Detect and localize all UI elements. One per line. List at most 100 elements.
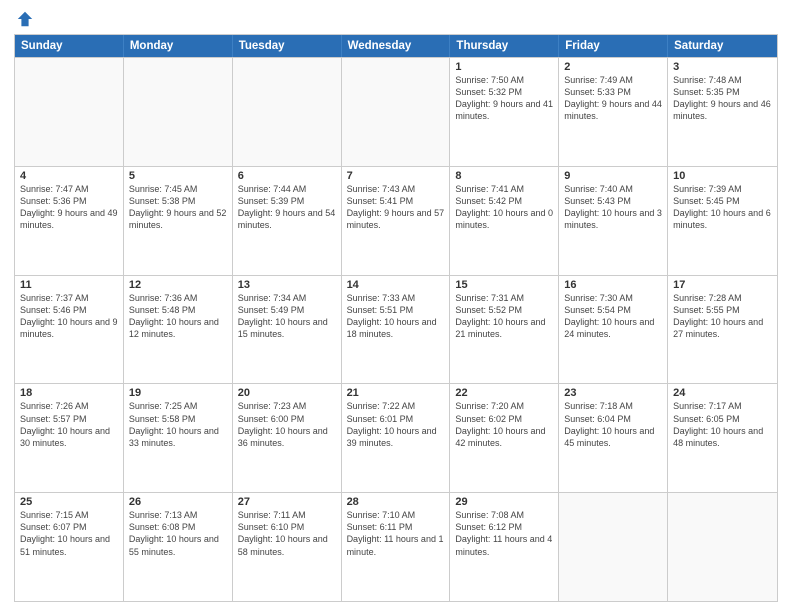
day-number: 5 <box>129 170 227 182</box>
day-cell-2: 2Sunrise: 7:49 AM Sunset: 5:33 PM Daylig… <box>559 58 668 166</box>
calendar-body: 1Sunrise: 7:50 AM Sunset: 5:32 PM Daylig… <box>15 57 777 601</box>
day-number: 13 <box>238 279 336 291</box>
empty-cell <box>124 58 233 166</box>
day-info: Sunrise: 7:08 AM Sunset: 6:12 PM Dayligh… <box>455 509 553 558</box>
logo <box>14 10 34 28</box>
day-cell-6: 6Sunrise: 7:44 AM Sunset: 5:39 PM Daylig… <box>233 167 342 275</box>
day-info: Sunrise: 7:18 AM Sunset: 6:04 PM Dayligh… <box>564 400 662 449</box>
day-number: 23 <box>564 387 662 399</box>
day-number: 4 <box>20 170 118 182</box>
day-number: 25 <box>20 496 118 508</box>
day-info: Sunrise: 7:39 AM Sunset: 5:45 PM Dayligh… <box>673 183 772 232</box>
day-cell-10: 10Sunrise: 7:39 AM Sunset: 5:45 PM Dayli… <box>668 167 777 275</box>
day-number: 11 <box>20 279 118 291</box>
day-info: Sunrise: 7:41 AM Sunset: 5:42 PM Dayligh… <box>455 183 553 232</box>
day-number: 2 <box>564 61 662 73</box>
day-info: Sunrise: 7:15 AM Sunset: 6:07 PM Dayligh… <box>20 509 118 558</box>
day-info: Sunrise: 7:37 AM Sunset: 5:46 PM Dayligh… <box>20 292 118 341</box>
day-info: Sunrise: 7:45 AM Sunset: 5:38 PM Dayligh… <box>129 183 227 232</box>
logo-icon <box>16 10 34 28</box>
day-cell-23: 23Sunrise: 7:18 AM Sunset: 6:04 PM Dayli… <box>559 384 668 492</box>
day-cell-4: 4Sunrise: 7:47 AM Sunset: 5:36 PM Daylig… <box>15 167 124 275</box>
day-info: Sunrise: 7:26 AM Sunset: 5:57 PM Dayligh… <box>20 400 118 449</box>
day-info: Sunrise: 7:49 AM Sunset: 5:33 PM Dayligh… <box>564 74 662 123</box>
day-info: Sunrise: 7:50 AM Sunset: 5:32 PM Dayligh… <box>455 74 553 123</box>
day-cell-24: 24Sunrise: 7:17 AM Sunset: 6:05 PM Dayli… <box>668 384 777 492</box>
day-number: 7 <box>347 170 445 182</box>
day-info: Sunrise: 7:20 AM Sunset: 6:02 PM Dayligh… <box>455 400 553 449</box>
day-cell-14: 14Sunrise: 7:33 AM Sunset: 5:51 PM Dayli… <box>342 276 451 384</box>
day-info: Sunrise: 7:47 AM Sunset: 5:36 PM Dayligh… <box>20 183 118 232</box>
day-cell-29: 29Sunrise: 7:08 AM Sunset: 6:12 PM Dayli… <box>450 493 559 601</box>
day-number: 15 <box>455 279 553 291</box>
day-cell-18: 18Sunrise: 7:26 AM Sunset: 5:57 PM Dayli… <box>15 384 124 492</box>
day-cell-11: 11Sunrise: 7:37 AM Sunset: 5:46 PM Dayli… <box>15 276 124 384</box>
empty-cell <box>559 493 668 601</box>
day-cell-25: 25Sunrise: 7:15 AM Sunset: 6:07 PM Dayli… <box>15 493 124 601</box>
day-cell-3: 3Sunrise: 7:48 AM Sunset: 5:35 PM Daylig… <box>668 58 777 166</box>
day-info: Sunrise: 7:10 AM Sunset: 6:11 PM Dayligh… <box>347 509 445 558</box>
day-cell-7: 7Sunrise: 7:43 AM Sunset: 5:41 PM Daylig… <box>342 167 451 275</box>
day-number: 12 <box>129 279 227 291</box>
day-cell-28: 28Sunrise: 7:10 AM Sunset: 6:11 PM Dayli… <box>342 493 451 601</box>
week-row-4: 18Sunrise: 7:26 AM Sunset: 5:57 PM Dayli… <box>15 383 777 492</box>
day-info: Sunrise: 7:43 AM Sunset: 5:41 PM Dayligh… <box>347 183 445 232</box>
weekday-header-thursday: Thursday <box>450 35 559 57</box>
day-number: 1 <box>455 61 553 73</box>
header <box>14 10 778 28</box>
day-number: 10 <box>673 170 772 182</box>
calendar-header: SundayMondayTuesdayWednesdayThursdayFrid… <box>15 35 777 57</box>
day-cell-19: 19Sunrise: 7:25 AM Sunset: 5:58 PM Dayli… <box>124 384 233 492</box>
day-info: Sunrise: 7:31 AM Sunset: 5:52 PM Dayligh… <box>455 292 553 341</box>
week-row-2: 4Sunrise: 7:47 AM Sunset: 5:36 PM Daylig… <box>15 166 777 275</box>
day-number: 26 <box>129 496 227 508</box>
day-info: Sunrise: 7:48 AM Sunset: 5:35 PM Dayligh… <box>673 74 772 123</box>
day-cell-16: 16Sunrise: 7:30 AM Sunset: 5:54 PM Dayli… <box>559 276 668 384</box>
day-number: 6 <box>238 170 336 182</box>
day-info: Sunrise: 7:25 AM Sunset: 5:58 PM Dayligh… <box>129 400 227 449</box>
day-cell-12: 12Sunrise: 7:36 AM Sunset: 5:48 PM Dayli… <box>124 276 233 384</box>
empty-cell <box>15 58 124 166</box>
day-number: 24 <box>673 387 772 399</box>
day-info: Sunrise: 7:11 AM Sunset: 6:10 PM Dayligh… <box>238 509 336 558</box>
day-cell-1: 1Sunrise: 7:50 AM Sunset: 5:32 PM Daylig… <box>450 58 559 166</box>
day-cell-5: 5Sunrise: 7:45 AM Sunset: 5:38 PM Daylig… <box>124 167 233 275</box>
day-number: 17 <box>673 279 772 291</box>
day-number: 16 <box>564 279 662 291</box>
day-info: Sunrise: 7:40 AM Sunset: 5:43 PM Dayligh… <box>564 183 662 232</box>
day-cell-17: 17Sunrise: 7:28 AM Sunset: 5:55 PM Dayli… <box>668 276 777 384</box>
day-cell-15: 15Sunrise: 7:31 AM Sunset: 5:52 PM Dayli… <box>450 276 559 384</box>
day-cell-22: 22Sunrise: 7:20 AM Sunset: 6:02 PM Dayli… <box>450 384 559 492</box>
day-number: 8 <box>455 170 553 182</box>
day-number: 20 <box>238 387 336 399</box>
day-number: 14 <box>347 279 445 291</box>
day-cell-9: 9Sunrise: 7:40 AM Sunset: 5:43 PM Daylig… <box>559 167 668 275</box>
day-info: Sunrise: 7:33 AM Sunset: 5:51 PM Dayligh… <box>347 292 445 341</box>
day-info: Sunrise: 7:17 AM Sunset: 6:05 PM Dayligh… <box>673 400 772 449</box>
weekday-header-sunday: Sunday <box>15 35 124 57</box>
day-number: 22 <box>455 387 553 399</box>
weekday-header-monday: Monday <box>124 35 233 57</box>
day-cell-26: 26Sunrise: 7:13 AM Sunset: 6:08 PM Dayli… <box>124 493 233 601</box>
weekday-header-tuesday: Tuesday <box>233 35 342 57</box>
week-row-3: 11Sunrise: 7:37 AM Sunset: 5:46 PM Dayli… <box>15 275 777 384</box>
day-number: 9 <box>564 170 662 182</box>
day-number: 18 <box>20 387 118 399</box>
day-number: 29 <box>455 496 553 508</box>
day-info: Sunrise: 7:22 AM Sunset: 6:01 PM Dayligh… <box>347 400 445 449</box>
day-info: Sunrise: 7:13 AM Sunset: 6:08 PM Dayligh… <box>129 509 227 558</box>
empty-cell <box>342 58 451 166</box>
day-info: Sunrise: 7:28 AM Sunset: 5:55 PM Dayligh… <box>673 292 772 341</box>
empty-cell <box>668 493 777 601</box>
week-row-1: 1Sunrise: 7:50 AM Sunset: 5:32 PM Daylig… <box>15 57 777 166</box>
week-row-5: 25Sunrise: 7:15 AM Sunset: 6:07 PM Dayli… <box>15 492 777 601</box>
day-cell-20: 20Sunrise: 7:23 AM Sunset: 6:00 PM Dayli… <box>233 384 342 492</box>
weekday-header-saturday: Saturday <box>668 35 777 57</box>
day-info: Sunrise: 7:44 AM Sunset: 5:39 PM Dayligh… <box>238 183 336 232</box>
day-info: Sunrise: 7:30 AM Sunset: 5:54 PM Dayligh… <box>564 292 662 341</box>
day-info: Sunrise: 7:34 AM Sunset: 5:49 PM Dayligh… <box>238 292 336 341</box>
weekday-header-friday: Friday <box>559 35 668 57</box>
day-number: 28 <box>347 496 445 508</box>
calendar: SundayMondayTuesdayWednesdayThursdayFrid… <box>14 34 778 602</box>
empty-cell <box>233 58 342 166</box>
